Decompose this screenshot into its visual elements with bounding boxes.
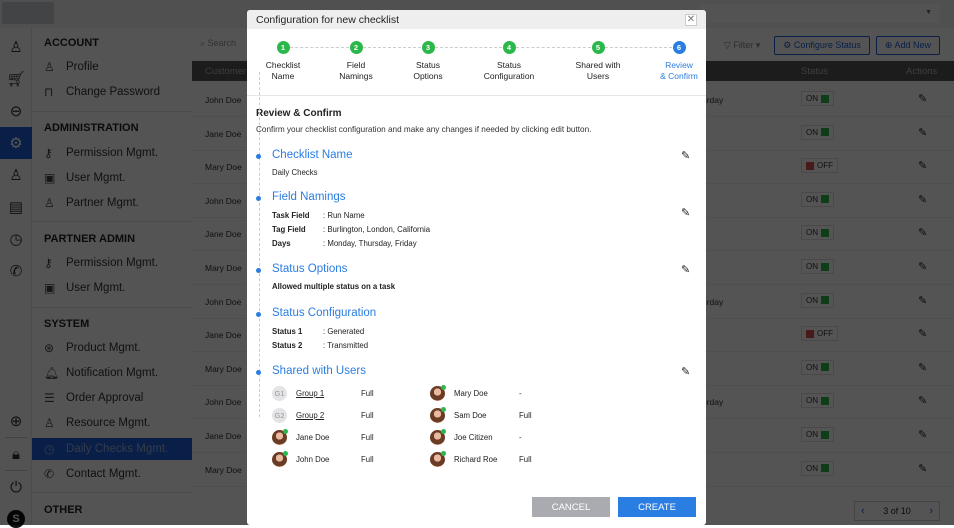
access-level: Full — [519, 455, 532, 465]
shared-user: John Doe Full — [272, 451, 374, 469]
step-6[interactable]: 6 Review & Confirm — [639, 41, 706, 82]
edit-icon[interactable]: ✎ — [681, 263, 690, 276]
step-2[interactable]: 2 Field Namings — [316, 41, 396, 82]
online-indicator — [441, 406, 446, 412]
shared-group: G2 Group 2 Full — [272, 406, 374, 424]
user-avatar — [430, 429, 446, 446]
review-title: Review & Confirm — [256, 108, 342, 119]
user-name: John Doe — [296, 455, 330, 465]
step-number: 4 — [502, 41, 516, 54]
edit-icon[interactable]: ✎ — [681, 365, 690, 378]
bullet — [256, 196, 261, 201]
close-icon[interactable]: ✕ — [685, 13, 697, 26]
user-avatar — [430, 406, 446, 423]
bullet — [256, 154, 261, 159]
access-level: Full — [519, 410, 532, 420]
group-link[interactable]: Group 2 — [296, 411, 361, 420]
step-label: Namings — [339, 71, 373, 81]
step-number: 1 — [276, 41, 290, 54]
user-name: Joe Citizen — [454, 433, 493, 443]
section-heading: Status Configuration — [272, 307, 377, 319]
step-label: Configuration — [483, 71, 535, 81]
bullet — [256, 268, 261, 273]
step-label: Checklist — [265, 60, 301, 70]
access-level: Full — [361, 455, 374, 465]
group-avatar: G1 — [272, 385, 287, 401]
group-link[interactable]: Group 1 — [296, 389, 361, 398]
edit-icon[interactable]: ✎ — [681, 149, 690, 162]
create-button[interactable]: CREATE — [618, 497, 696, 517]
step-5[interactable]: 5 Shared with Users — [558, 41, 638, 82]
access-level: Full — [361, 388, 374, 398]
step-4[interactable]: 4 Status Configuration — [469, 41, 549, 82]
modal-actions: CANCEL CREATE — [532, 497, 696, 517]
modal-header: Configuration for new checklist ✕ — [247, 10, 706, 29]
access-level: Full — [361, 433, 374, 443]
step-label: Status — [415, 60, 441, 70]
step-label: Users — [586, 71, 610, 81]
section-heading: Checklist Name — [272, 149, 353, 161]
user-avatar — [272, 429, 288, 446]
field-row: Days: Monday, Thursday, Friday — [272, 239, 417, 248]
status-options-value: Allowed multiple status on a task — [272, 282, 396, 291]
step-number: 6 — [672, 41, 686, 54]
step-label: Status — [496, 60, 522, 70]
user-name: Mary Doe — [454, 388, 488, 398]
access-level: - — [519, 388, 522, 398]
step-label: Options — [413, 71, 443, 81]
step-3[interactable]: 3 Status Options — [388, 41, 468, 82]
access-level: Full — [361, 410, 374, 420]
shared-group: G1 Group 1 Full — [272, 384, 374, 402]
step-number: 5 — [591, 41, 605, 54]
online-indicator — [283, 451, 288, 457]
section-heading: Shared with Users — [272, 365, 366, 377]
step-number: 2 — [349, 41, 363, 54]
online-indicator — [441, 451, 446, 457]
section-heading: Status Options — [272, 263, 348, 275]
user-avatar — [430, 384, 446, 401]
timeline-line — [259, 72, 260, 417]
field-row: Tag Field: Burlington, London, Californi… — [272, 225, 431, 234]
step-label: Shared with — [575, 60, 621, 70]
stepper: 1 Checklist Name 2 Field Namings 3 Status Option… — [247, 29, 706, 96]
shared-user: Mary Doe - — [430, 384, 522, 402]
config-modal: Configuration for new checklist ✕ 1 Check… — [247, 10, 706, 525]
online-indicator — [283, 429, 288, 435]
bullet — [256, 370, 261, 375]
online-indicator — [441, 429, 446, 435]
section-heading: Field Namings — [272, 191, 346, 203]
bullet — [256, 312, 261, 317]
user-avatar — [272, 451, 288, 468]
user-name: Jane Doe — [296, 433, 330, 443]
review-description: Confirm your checklist configuration and… — [256, 125, 592, 134]
shared-user: Sam Doe Full — [430, 406, 532, 424]
online-indicator — [441, 384, 446, 390]
access-level: - — [519, 433, 522, 443]
cancel-button[interactable]: CANCEL — [532, 497, 610, 517]
shared-user: Jane Doe Full — [272, 429, 374, 447]
step-number: 3 — [421, 41, 435, 54]
status-row: Status 1: Generated — [272, 327, 365, 336]
shared-user: Richard Roe Full — [430, 451, 532, 469]
step-label: & Confirm — [660, 71, 698, 81]
shared-user: Joe Citizen - — [430, 429, 522, 447]
user-name: Richard Roe — [454, 455, 498, 465]
step-label: Field — [346, 60, 366, 70]
checklist-name-value: Daily Checks — [272, 168, 318, 177]
status-row: Status 2: Transmitted — [272, 341, 369, 350]
user-name: Sam Doe — [454, 410, 487, 420]
group-avatar: G2 — [272, 407, 287, 423]
review-body: Review & Confirm Confirm your checklist … — [247, 96, 706, 134]
edit-icon[interactable]: ✎ — [681, 206, 690, 219]
field-row: Task Field: Run Name — [272, 211, 365, 220]
step-label: Review — [665, 60, 693, 70]
modal-title: Configuration for new checklist — [256, 13, 399, 26]
user-avatar — [430, 451, 446, 468]
